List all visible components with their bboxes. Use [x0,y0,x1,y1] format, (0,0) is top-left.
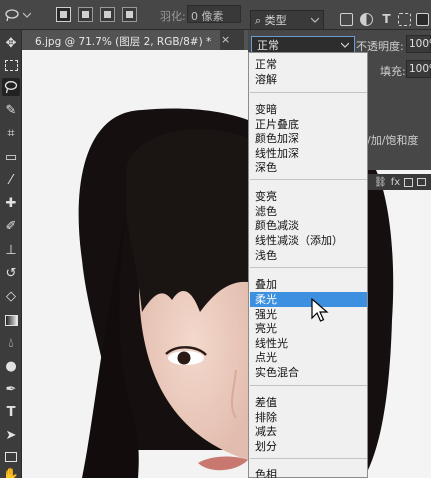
blend-option-subtract[interactable]: 减去 [250,424,367,439]
blend-option-linear-dodge[interactable]: 线性减淡（添加） [250,233,367,248]
fill-input[interactable]: 100% [406,60,431,78]
type-layer-filter-icon[interactable]: T [380,13,393,26]
layer-style-icon[interactable]: fx [391,177,400,188]
layer-panel-buttons: ⛓ fx [368,174,431,190]
layer-filter-select[interactable]: ⌕ 类型 [250,10,324,30]
blend-option-hue[interactable]: 色相 [250,467,367,478]
menu-separator [250,179,367,180]
blend-option-linear-burn[interactable]: 线性加深 [250,146,367,161]
blend-option-soft-light[interactable]: 柔光 [250,292,367,307]
menu-separator [250,385,367,386]
intersect-selection-button[interactable] [122,7,137,22]
lasso-icon [5,9,19,22]
blend-option-exclusion[interactable]: 排除 [250,410,367,425]
new-group-icon[interactable] [417,178,427,186]
chevron-down-icon [311,17,319,23]
marquee-tool-icon[interactable] [2,56,20,74]
blend-option-multiply[interactable]: 正片叠底 [250,117,367,132]
blend-mode-menu: 正常 溶解 变暗 正片叠底 颜色加深 线性加深 深色 变亮 滤色 颜色减淡 线性… [248,52,368,478]
blend-option-dissolve[interactable]: 溶解 [250,72,367,87]
blend-option-darken[interactable]: 变暗 [250,102,367,117]
blend-option-pin-light[interactable]: 点光 [250,350,367,365]
document-tab-bar: 6.jpg @ 71.7% (图层 2, RGB/8#) * × [22,30,244,50]
fill-label: 填充: [380,65,406,78]
blur-tool-icon[interactable]: 💧︎ [2,334,20,352]
opacity-input[interactable]: 100% [406,35,431,53]
add-to-selection-button[interactable] [78,7,93,22]
blend-option-hard-light[interactable]: 强光 [250,307,367,322]
chevron-down-icon [341,42,349,48]
blend-option-color-dodge[interactable]: 颜色减淡 [250,218,367,233]
portrait-photo [78,108,248,478]
link-layers-icon[interactable]: ⛓ [374,177,387,188]
quick-select-tool-icon[interactable]: ✎ [2,101,20,119]
blend-option-difference[interactable]: 差值 [250,395,367,410]
shape-layer-filter-icon[interactable] [398,13,411,26]
layer-filter-label: ⌕ 类型 [255,14,287,27]
brush-tool-icon[interactable]: ✐ [2,217,20,235]
lasso-tool-preset-picker[interactable] [4,6,38,24]
dodge-tool-icon[interactable]: ● [2,357,20,375]
lasso-tool-icon[interactable] [2,78,20,96]
new-selection-button[interactable] [56,7,71,22]
close-tab-icon[interactable]: × [221,33,230,46]
smart-object-filter-icon[interactable] [416,13,429,26]
subtract-from-selection-button[interactable] [100,7,115,22]
blend-option-overlay[interactable]: 叠加 [250,277,367,292]
mask-icon[interactable] [404,177,414,187]
shape-tool-icon[interactable] [2,448,20,466]
blend-option-hard-mix[interactable]: 实色混合 [250,365,367,380]
blend-option-lighten[interactable]: 变亮 [250,189,367,204]
hand-tool-icon[interactable]: ✋ [2,466,20,478]
portrait-photo-right [368,170,394,470]
document-canvas[interactable] [22,50,248,478]
move-tool-icon[interactable]: ✥ [2,34,20,52]
blend-option-vivid-light[interactable]: 亮光 [250,321,367,336]
history-brush-tool-icon[interactable]: ↺ [2,264,20,282]
feather-input[interactable]: 0 像素 [187,5,241,23]
frame-tool-icon[interactable]: ▭ [2,148,20,166]
path-select-tool-icon[interactable]: ➤ [2,426,20,444]
blend-option-screen[interactable]: 滤色 [250,204,367,219]
healing-tool-icon[interactable]: ✚ [2,194,20,212]
crop-tool-icon[interactable]: ⌗ [2,124,20,142]
blend-mode-value: 正常 [257,39,279,52]
menu-separator [250,92,367,93]
pixel-layer-filter-icon[interactable] [340,13,353,26]
blend-option-linear-light[interactable]: 线性光 [250,336,367,351]
document-canvas-right[interactable] [368,170,431,478]
eyedropper-tool-icon[interactable]: ⁄ [2,171,20,189]
mouse-cursor-icon [311,298,329,322]
blend-option-divide[interactable]: 划分 [250,439,367,454]
stamp-tool-icon[interactable]: ⊥ [2,241,20,259]
menu-separator [250,458,367,459]
document-tab[interactable]: 6.jpg @ 71.7% (图层 2, RGB/8#) * [22,30,220,50]
adjustment-layer-filter-icon[interactable] [360,13,373,26]
blend-option-normal[interactable]: 正常 [250,57,367,72]
eraser-tool-icon[interactable]: ◇ [2,287,20,305]
tools-panel: ✥ ✎ ⌗ ▭ ⁄ ✚ ✐ ⊥ ↺ ◇ 💧︎ ● ✒ T ➤ ✋ [0,30,22,478]
menu-separator [250,267,367,268]
chevron-down-icon [23,12,31,18]
blend-option-lighter-color[interactable]: 浅色 [250,248,367,263]
blend-option-darker-color[interactable]: 深色 [250,160,367,175]
feather-label: 羽化: [160,10,186,23]
type-tool-icon[interactable]: T [2,403,20,421]
pen-tool-icon[interactable]: ✒ [2,380,20,398]
gradient-tool-icon[interactable] [2,311,20,329]
blend-option-color-burn[interactable]: 颜色加深 [250,131,367,146]
